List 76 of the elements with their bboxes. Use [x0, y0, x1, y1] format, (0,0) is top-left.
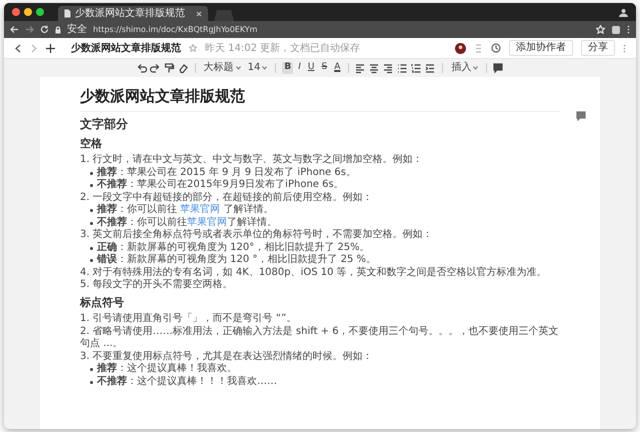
bullet-item: 推荐：苹果公司在 2015 年 9 月 9 日发布了 iPhone 6s。 — [97, 166, 356, 178]
paragraph: 1. 行文时，请在中文与英文、中文与数字、英文与数字之间增加空格。例如： — [80, 154, 424, 166]
bullet-item: 错误：新款屏幕的可视角度为 120 °，相比旧款提升了 25 %。 — [97, 254, 376, 266]
dropdown[interactable]: 插入 — [449, 62, 480, 74]
bullet-item: 正确：新款屏幕的可视角度为 120°，相比旧款提升了 25%。 — [97, 242, 370, 254]
paragraph: 2. 一段文字中有超链接的部分，在超链接的前后使用空格。例如： — [80, 192, 374, 204]
format-button[interactable]: S — [319, 62, 330, 74]
bullet-dot — [90, 368, 93, 371]
more-icon[interactable] — [623, 44, 626, 52]
window-control-dot[interactable] — [24, 8, 32, 16]
history-icon[interactable] — [491, 43, 501, 53]
header-button[interactable]: 添加协作者 — [509, 40, 573, 56]
star-icon[interactable] — [596, 25, 605, 34]
eraser-icon[interactable] — [178, 62, 189, 74]
reload-icon[interactable] — [40, 25, 49, 34]
format-button[interactable]: B — [282, 62, 294, 74]
back-icon[interactable] — [14, 44, 22, 52]
dropdown[interactable]: 大标题 — [202, 62, 243, 74]
subsection-heading: 空格 — [80, 136, 103, 152]
paragraph: 3. 英文前后接全角标点符号或者表示单位的角标符号时，不需要加空格。例如： — [80, 229, 434, 242]
security-label: 安全 — [67, 22, 87, 37]
comment-icon[interactable] — [493, 62, 504, 74]
address-url[interactable]: https://shimo.im/doc/KxBQtRgJhYo0EKYm — [93, 24, 590, 36]
align-center-icon[interactable] — [369, 62, 380, 74]
bullet-item: 不推荐：这个提议真棒！！！我喜欢…… — [97, 376, 277, 388]
bullet-dot — [90, 172, 93, 174]
bullet-item: 推荐：这个提议真棒！我喜欢。 — [97, 363, 237, 376]
document-title: 少数派网站文章排版规范 — [71, 41, 181, 56]
menu-icon[interactable] — [627, 25, 630, 34]
paint-roller-icon[interactable] — [164, 62, 175, 74]
window-control-dot[interactable] — [12, 8, 20, 16]
bullet-dot — [90, 259, 93, 262]
section-heading: 文字部分 — [80, 116, 129, 132]
lock-icon — [55, 26, 61, 34]
bulleted-list-icon[interactable] — [397, 62, 408, 74]
plus-icon[interactable] — [46, 44, 55, 52]
save-status: 昨天 14:02 更新，文档已自动保存 — [205, 42, 362, 56]
bullet-dot — [90, 209, 93, 212]
bullet-dot — [90, 380, 93, 384]
paragraph: 3. 不要重复使用标点符号，尤其是在表达强烈情绪的时候。例如： — [80, 350, 374, 362]
paragraph: 5. 每段文字的开头不需要空两格。 — [80, 279, 234, 292]
format-button[interactable]: A — [332, 62, 342, 74]
bullet-dot — [90, 184, 93, 187]
bullet-dot — [90, 246, 93, 250]
caret-icon — [262, 66, 268, 70]
caret-icon — [473, 66, 478, 70]
dropdown[interactable]: 14 — [246, 62, 270, 74]
paragraph: 4. 对于有特殊用法的专有名词，如 4K、1080p、iOS 10 等，英文和数字之间是否空格以官方标准为准。 — [80, 266, 548, 278]
comment-icon[interactable] — [576, 111, 586, 121]
indent-icon[interactable] — [425, 62, 436, 74]
forward-icon[interactable] — [25, 25, 34, 34]
numbered-list-icon[interactable] — [411, 62, 422, 74]
caret-icon — [236, 66, 241, 70]
bullet-item: 推荐：你可以前往 苹果官网 了解详情。 — [97, 204, 274, 216]
star-icon[interactable] — [189, 44, 197, 52]
window-control-dot[interactable] — [36, 8, 44, 16]
format-button[interactable]: I — [296, 62, 303, 74]
format-button[interactable]: U — [306, 62, 316, 74]
subsection-heading: 标点符号 — [80, 294, 125, 310]
paragraph: 2. 省略号请使用……标准用法，正确输入方法是 shift + 6，不要使用三个句号。。。，也不要使用三个英文句点 ...。 — [80, 326, 560, 350]
align-right-icon[interactable] — [383, 62, 394, 74]
document-icon — [64, 9, 71, 18]
tab-title: 少数派网站文章排版规范 — [75, 6, 186, 21]
bullet-dot — [90, 222, 93, 224]
paragraph: 1. 引号请使用直角引号「」，而不是弯引号 “”。 — [80, 313, 298, 326]
bullet-item: 不推荐：你可以前往苹果官网了解详情。 — [97, 216, 277, 228]
browser-tab[interactable]: 少数派网站文章排版规范 — [58, 6, 208, 21]
header-button[interactable]: 分享 — [581, 40, 615, 56]
align-left-icon[interactable] — [355, 62, 366, 74]
redo-icon[interactable] — [150, 62, 161, 74]
close-icon[interactable] — [196, 10, 202, 16]
avatar[interactable] — [455, 42, 466, 54]
user-icon[interactable] — [619, 8, 628, 16]
bullet-item: 不推荐：苹果公司在2015年9月9日发布了iPhone 6s。 — [97, 179, 344, 192]
document-title-heading: 少数派网站文章排版规范 — [80, 85, 560, 112]
undo-icon[interactable] — [136, 62, 147, 74]
